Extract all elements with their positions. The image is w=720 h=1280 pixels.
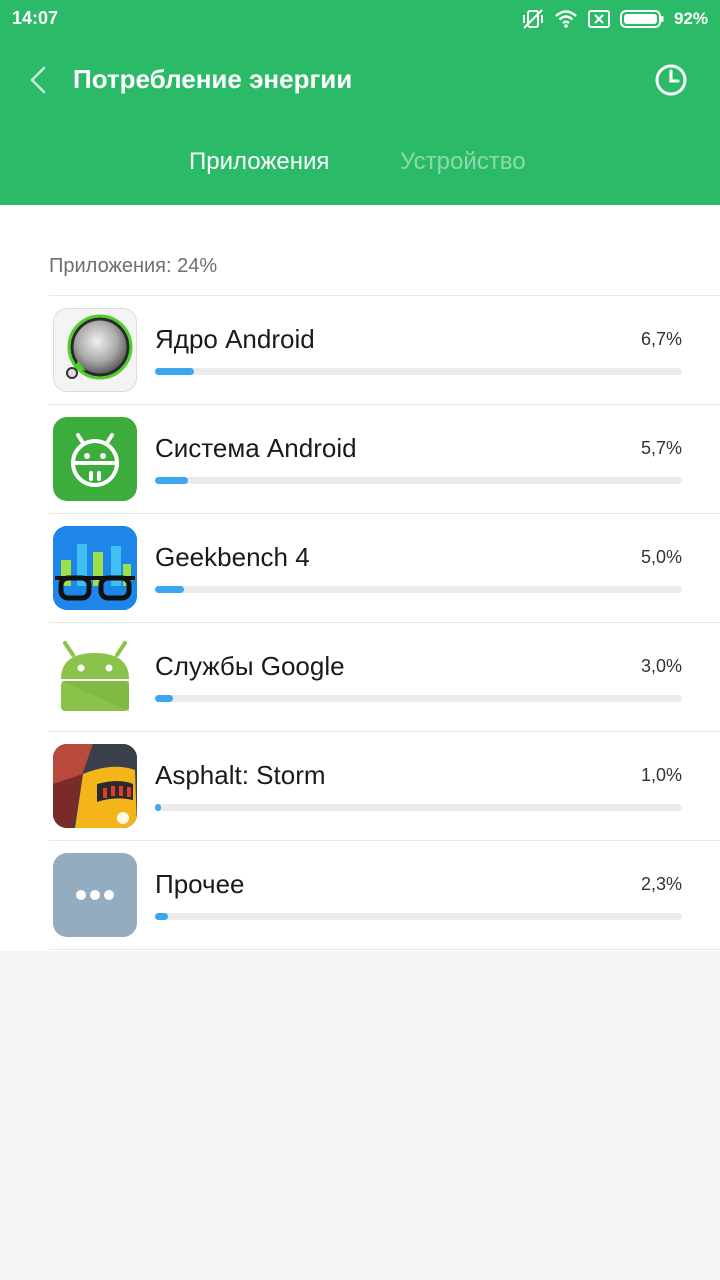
app-name: Geekbench 4 [155, 542, 310, 572]
battery-percent: 92% [673, 9, 708, 28]
app-name: Службы Google [155, 651, 345, 681]
no-sim-icon [587, 10, 610, 28]
list-item[interactable]: Geekbench 4 5,0% [49, 514, 720, 623]
usage-bar [155, 804, 682, 811]
app-percent: 6,7% [640, 329, 682, 349]
clock-history-icon[interactable] [652, 61, 690, 99]
battery-icon [619, 10, 664, 28]
status-bar: 14:07 92% [0, 0, 720, 38]
toolbar: Потребление энергии [0, 50, 720, 110]
list-item[interactable]: Asphalt: Storm 1,0% [49, 732, 720, 841]
app-percent: 2,3% [640, 874, 682, 894]
android-system-icon [53, 417, 137, 501]
app-percent: 5,0% [640, 547, 682, 567]
usage-bar [155, 477, 682, 484]
usage-bar [155, 913, 682, 920]
section-title: Приложения: 24% [49, 255, 218, 277]
tab-device[interactable]: Устройство [400, 148, 526, 176]
app-header: 14:07 92% Потребление энергии Приложения… [0, 0, 720, 205]
main-content: Приложения: 24% Ядро Android 6,7% Систем… [0, 205, 720, 951]
vibrate-off-icon [522, 9, 543, 29]
app-percent: 3,0% [640, 656, 682, 676]
app-name: Asphalt: Storm [155, 760, 326, 790]
usage-bar-fill [155, 804, 161, 811]
list-item[interactable]: Ядро Android 6,7% [49, 296, 720, 405]
app-percent: 5,7% [640, 438, 682, 458]
asphalt-game-icon [53, 744, 137, 828]
app-name: Прочее [155, 869, 245, 899]
usage-bar [155, 695, 682, 702]
tab-bar: Приложения Устройство [0, 140, 720, 188]
page-title: Потребление энергии [73, 64, 353, 94]
status-time: 14:07 [12, 8, 59, 28]
usage-bar-fill [155, 913, 168, 920]
app-name: Ядро Android [155, 324, 315, 354]
app-name: Система Android [155, 433, 357, 463]
usage-bar-fill [155, 477, 188, 484]
app-percent: 1,0% [640, 765, 682, 785]
list-item[interactable]: Система Android 5,7% [49, 405, 720, 514]
usage-bar-fill [155, 695, 173, 702]
status-icons: 92% [522, 6, 708, 32]
usage-bar [155, 586, 682, 593]
android-kernel-icon [53, 308, 137, 392]
more-dots-icon [53, 853, 137, 937]
back-arrow-icon[interactable] [22, 62, 58, 98]
usage-bar-fill [155, 586, 184, 593]
app-usage-list: Ядро Android 6,7% Система Android 5,7% G… [49, 295, 720, 950]
geekbench-icon [53, 526, 137, 610]
list-item[interactable]: Прочее 2,3% [49, 841, 720, 950]
android-robot-icon [53, 635, 137, 719]
tab-applications[interactable]: Приложения [189, 148, 329, 176]
list-item[interactable]: Службы Google 3,0% [49, 623, 720, 732]
wifi-icon [555, 10, 577, 28]
usage-bar-fill [155, 368, 194, 375]
usage-bar [155, 368, 682, 375]
